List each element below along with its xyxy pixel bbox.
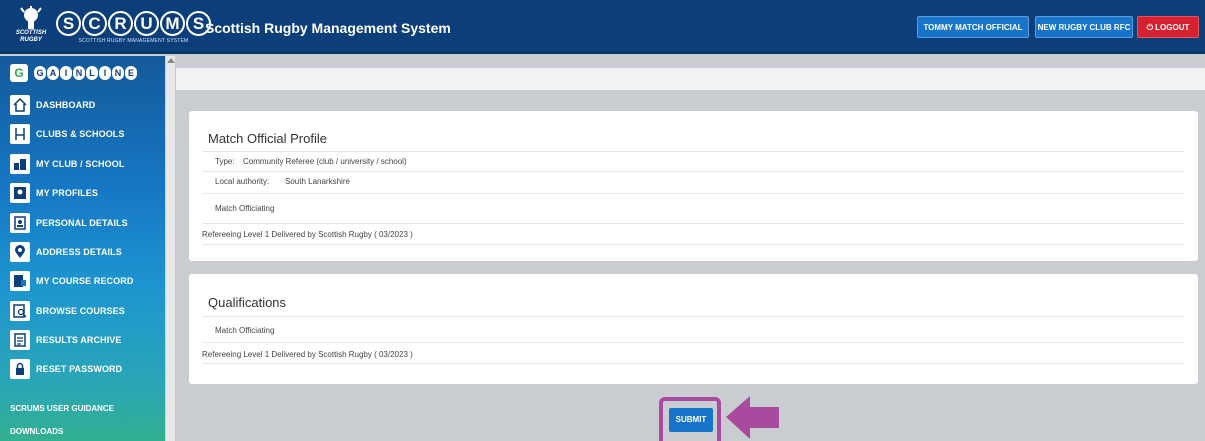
gainline-icon: G: [10, 64, 28, 82]
profiles-icon: [10, 183, 30, 203]
local-authority-row: Local authority: South Lanarkshire: [202, 171, 1185, 193]
gainline-letter: L: [86, 66, 98, 80]
qualifications-card: Qualifications Match Officiating Referee…: [189, 274, 1198, 384]
card-title: Match Official Profile: [208, 131, 327, 146]
gainline-letter: I: [60, 66, 72, 80]
match-official-profile-card: Match Official Profile Type: Community R…: [189, 111, 1198, 261]
logo-letter: S: [56, 10, 81, 36]
qualification-row: Refereeing Level 1 Delivered by Scottish…: [202, 342, 1185, 364]
sidebar-item-my-profiles[interactable]: MY PROFILES: [10, 183, 98, 203]
sidebar-item-label: ADDRESS DETAILS: [36, 247, 122, 257]
logo-letter: C: [82, 10, 107, 36]
sidebar-item-my-course-record[interactable]: MY COURSE RECORD: [10, 271, 133, 291]
submit-button[interactable]: SUBMIT: [669, 408, 713, 432]
sidebar-item-personal-details[interactable]: PERSONAL DETAILS: [10, 213, 128, 233]
map-pin-icon: [10, 242, 30, 262]
card-title: Qualifications: [208, 295, 287, 310]
gainline-wordmark: G A I N L I N E: [34, 66, 138, 80]
browse-courses-icon: [10, 301, 30, 321]
gainline-letter: G: [34, 66, 46, 80]
sidebar-item-results-archive[interactable]: RESULTS ARCHIVE: [10, 330, 122, 350]
type-label: Type:: [215, 157, 235, 166]
gainline-letter: I: [99, 66, 111, 80]
gainline-letter: N: [73, 66, 85, 80]
downloads-link[interactable]: DOWNLOADS: [10, 427, 63, 436]
scrums-wordmark: S C R U M S: [56, 10, 211, 36]
gainline-letter: E: [125, 66, 137, 80]
course-record-icon: [10, 271, 30, 291]
sidebar-item-reset-password[interactable]: RESET PASSWORD: [10, 359, 122, 379]
user-button[interactable]: TOMMY MATCH OFFICIAL: [917, 16, 1029, 38]
type-value: Community Referee (club / university / s…: [243, 157, 407, 166]
sidebar: G G A I N L I N E DASHBOARD CLUBS & SCHO…: [0, 56, 165, 441]
dashboard-icon: [10, 95, 30, 115]
section-row: Match Officiating: [202, 316, 1185, 342]
logout-button[interactable]: ⏻ LOGOUT: [1137, 16, 1199, 38]
lock-icon: [10, 359, 30, 379]
section-heading: Match Officiating: [215, 326, 275, 335]
qualification-text: Refereeing Level 1 Delivered by Scottish…: [202, 350, 413, 359]
sidebar-item-browse-courses[interactable]: BROWSE COURSES: [10, 301, 125, 321]
logout-label: LOGOUT: [1155, 23, 1190, 32]
club-button[interactable]: NEW RUGBY CLUB RFC: [1035, 16, 1133, 38]
club-icon: [10, 154, 30, 174]
sidebar-item-label: RESULTS ARCHIVE: [36, 335, 122, 345]
scroll-up-icon[interactable]: [167, 58, 175, 63]
profile-type-row: Type: Community Referee (club / universi…: [202, 151, 1185, 171]
authority-label: Local authority:: [215, 177, 270, 186]
sidebar-item-label: MY COURSE RECORD: [36, 276, 134, 286]
power-icon: ⏻: [1146, 23, 1153, 32]
sidebar-item-my-club-school[interactable]: MY CLUB / SCHOOL: [10, 154, 124, 174]
section-row: Match Officiating: [202, 193, 1185, 223]
sidebar-item-label: PERSONAL DETAILS: [36, 218, 128, 228]
sidebar-item-address-details[interactable]: ADDRESS DETAILS: [10, 242, 122, 262]
sidebar-item-clubs-schools[interactable]: CLUBS & SCHOOLS: [10, 124, 125, 144]
logo-letter: U: [134, 10, 159, 36]
personal-details-icon: [10, 213, 30, 233]
content-topbar: [176, 68, 1205, 90]
logo-letter: R: [108, 10, 133, 36]
sidebar-item-dashboard[interactable]: DASHBOARD: [10, 95, 95, 115]
sidebar-item-label: DASHBOARD: [36, 100, 96, 110]
user-guidance-link[interactable]: SCRUMS USER GUIDANCE: [10, 404, 114, 413]
scrums-logo[interactable]: SCOTTISH RUGBY S C R U M S SCOTTISH RUGB…: [14, 5, 211, 49]
qualification-row: Refereeing Level 1 Delivered by Scottish…: [202, 223, 1185, 245]
sidebar-item-label: RESET PASSWORD: [36, 364, 123, 374]
sidebar-scrollbar[interactable]: [165, 56, 175, 441]
gainline-link[interactable]: G G A I N L I N E: [10, 64, 138, 82]
top-header: SCOTTISH RUGBY S C R U M S SCOTTISH RUGB…: [0, 0, 1205, 54]
app-title: Scottish Rugby Management System: [205, 20, 451, 36]
section-heading: Match Officiating: [215, 204, 275, 213]
logo-badge-text: SCOTTISH RUGBY: [15, 30, 47, 43]
logo-tagline: SCOTTISH RUGBY MANAGEMENT SYSTEM: [78, 37, 189, 44]
qualification-text: Refereeing Level 1 Delivered by Scottish…: [202, 230, 413, 239]
sidebar-item-label: CLUBS & SCHOOLS: [36, 129, 125, 139]
pointer-arrow-icon: [726, 396, 779, 439]
archive-icon: [10, 330, 30, 350]
gainline-letter: N: [112, 66, 124, 80]
goalpost-icon: [10, 124, 30, 144]
logo-letter: M: [160, 10, 185, 36]
sidebar-item-label: MY CLUB / SCHOOL: [36, 159, 125, 169]
sidebar-item-label: BROWSE COURSES: [36, 306, 125, 316]
authority-value: South Lanarkshire: [285, 177, 350, 186]
sidebar-item-label: MY PROFILES: [36, 188, 98, 198]
gainline-letter: A: [47, 66, 59, 80]
scottish-rugby-thistle-icon: SCOTTISH RUGBY: [14, 6, 48, 48]
